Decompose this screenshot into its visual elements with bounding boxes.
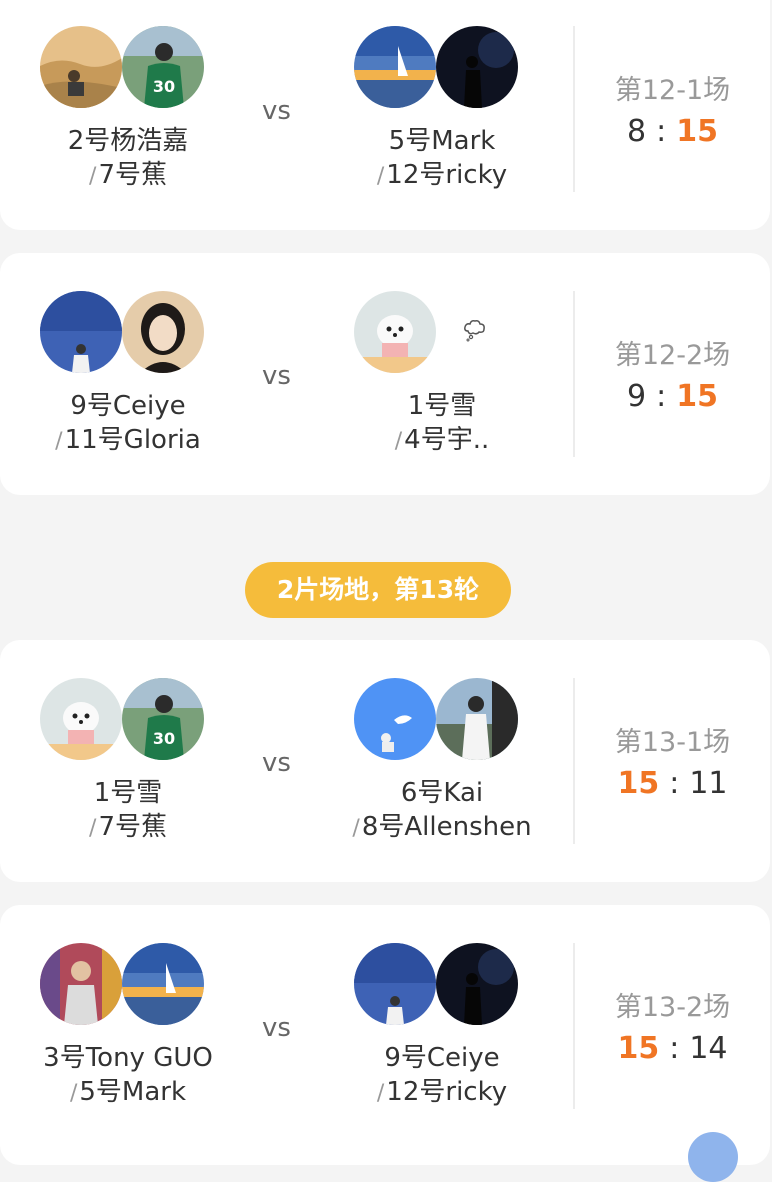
- player-name: 7号蕉: [98, 160, 167, 190]
- divider: [573, 26, 575, 192]
- thinking-cloud-icon: [462, 317, 488, 349]
- player-name: 9号Ceiye: [384, 1043, 500, 1073]
- team-names: 3号Tony GUO /5号Mark: [28, 1041, 228, 1111]
- slash: /: [55, 429, 63, 454]
- player-name: 12号ricky: [386, 160, 508, 190]
- slash: /: [89, 816, 97, 841]
- score-a: 8: [627, 114, 647, 149]
- player-avatar[interactable]: [40, 291, 122, 373]
- player-name: 8号Allenshen: [361, 812, 532, 842]
- player-avatar[interactable]: [40, 678, 122, 760]
- team-b: 9号Ceiye /12号ricky: [342, 943, 542, 1107]
- slash: /: [89, 164, 97, 189]
- vs-label: vs: [262, 361, 291, 391]
- vs-label: vs: [262, 748, 291, 778]
- match-label: 第13-2场: [614, 992, 731, 1023]
- team-names: 6号Kai /8号Allenshen: [342, 776, 542, 846]
- round-badge: 2片场地，第13轮: [245, 562, 511, 618]
- player-name: 6号Kai: [400, 778, 484, 808]
- player-name: 1号雪: [93, 778, 163, 808]
- score-colon: :: [656, 114, 667, 149]
- player-avatar[interactable]: [436, 678, 518, 760]
- player-name: 12号ricky: [386, 1077, 508, 1107]
- player-avatar[interactable]: [436, 26, 518, 108]
- svg-text:30: 30: [153, 77, 175, 96]
- match-card[interactable]: 30 2号杨浩嘉 /7号蕉 vs 5号Mark /12号ricky 第12-1场…: [0, 0, 770, 230]
- team-a: 3号Tony GUO /5号Mark: [28, 943, 228, 1107]
- score: 8:15: [590, 114, 755, 149]
- divider: [573, 291, 575, 457]
- floating-action-button[interactable]: [688, 1132, 738, 1182]
- player-avatar[interactable]: [354, 678, 436, 760]
- match-label: 第12-2场: [614, 340, 731, 371]
- slash: /: [352, 816, 360, 841]
- score-colon: :: [656, 379, 667, 414]
- score-b: 15: [676, 379, 718, 414]
- player-name: 3号Tony GUO: [43, 1043, 213, 1073]
- match-card[interactable]: 9号Ceiye /11号Gloria vs 1号雪 /4号宇.. 第12-2场 …: [0, 253, 770, 495]
- match-card[interactable]: 30 1号雪 /7号蕉 vs 6号Kai /8号Allenshen 第13-1场…: [0, 640, 770, 882]
- divider: [573, 678, 575, 844]
- match-label: 第12-1场: [614, 75, 731, 106]
- score-a: 15: [617, 766, 660, 801]
- team-b: 6号Kai /8号Allenshen: [342, 678, 542, 842]
- player-name: 11号Gloria: [64, 425, 201, 455]
- player-avatar[interactable]: [122, 943, 204, 1025]
- vs-label: vs: [262, 96, 291, 126]
- team-names: 2号杨浩嘉 /7号蕉: [28, 124, 228, 194]
- team-b: 5号Mark /12号ricky: [342, 26, 542, 190]
- player-avatar[interactable]: [122, 291, 204, 373]
- player-name: 4号宇..: [404, 425, 490, 455]
- player-avatar[interactable]: [354, 943, 436, 1025]
- vs-label: vs: [262, 1013, 291, 1043]
- score-b: 14: [689, 1031, 728, 1066]
- slash: /: [394, 429, 403, 454]
- team-b: 1号雪 /4号宇..: [342, 291, 542, 455]
- player-name: 9号Ceiye: [70, 391, 186, 421]
- score-a: 9: [627, 379, 647, 414]
- team-names: 1号雪 /4号宇..: [342, 389, 542, 459]
- score: 9:15: [590, 379, 755, 414]
- player-avatar[interactable]: 30: [122, 26, 204, 108]
- svg-text:30: 30: [153, 729, 175, 748]
- score: 15:14: [590, 1031, 755, 1066]
- team-names: 1号雪 /7号蕉: [28, 776, 228, 846]
- slash: /: [69, 1081, 78, 1106]
- score-colon: :: [669, 766, 680, 801]
- team-a: 30 2号杨浩嘉 /7号蕉: [28, 26, 228, 190]
- player-name: 5号Mark: [79, 1077, 187, 1107]
- score-b: 15: [676, 114, 718, 149]
- score-b: 11: [689, 766, 728, 801]
- team-names: 9号Ceiye /11号Gloria: [28, 389, 228, 459]
- slash: /: [376, 1081, 385, 1106]
- divider: [573, 943, 575, 1109]
- player-avatar[interactable]: [40, 943, 122, 1025]
- player-avatar[interactable]: [40, 26, 122, 108]
- team-a: 9号Ceiye /11号Gloria: [28, 291, 228, 455]
- match-card[interactable]: 3号Tony GUO /5号Mark vs 9号Ceiye /12号ricky …: [0, 905, 770, 1165]
- player-avatar[interactable]: [354, 291, 436, 373]
- player-name: 5号Mark: [388, 126, 496, 156]
- team-names: 9号Ceiye /12号ricky: [342, 1041, 542, 1111]
- score-a: 15: [617, 1031, 660, 1066]
- team-names: 5号Mark /12号ricky: [342, 124, 542, 194]
- player-avatar[interactable]: 30: [122, 678, 204, 760]
- player-name: 7号蕉: [98, 812, 167, 842]
- score-colon: :: [669, 1031, 680, 1066]
- match-label: 第13-1场: [614, 727, 731, 758]
- team-a: 30 1号雪 /7号蕉: [28, 678, 228, 842]
- player-name: 1号雪: [407, 391, 477, 421]
- player-name: 2号杨浩嘉: [67, 126, 189, 156]
- slash: /: [376, 164, 385, 189]
- score: 15:11: [590, 766, 755, 801]
- player-avatar[interactable]: [436, 943, 518, 1025]
- player-avatar[interactable]: [354, 26, 436, 108]
